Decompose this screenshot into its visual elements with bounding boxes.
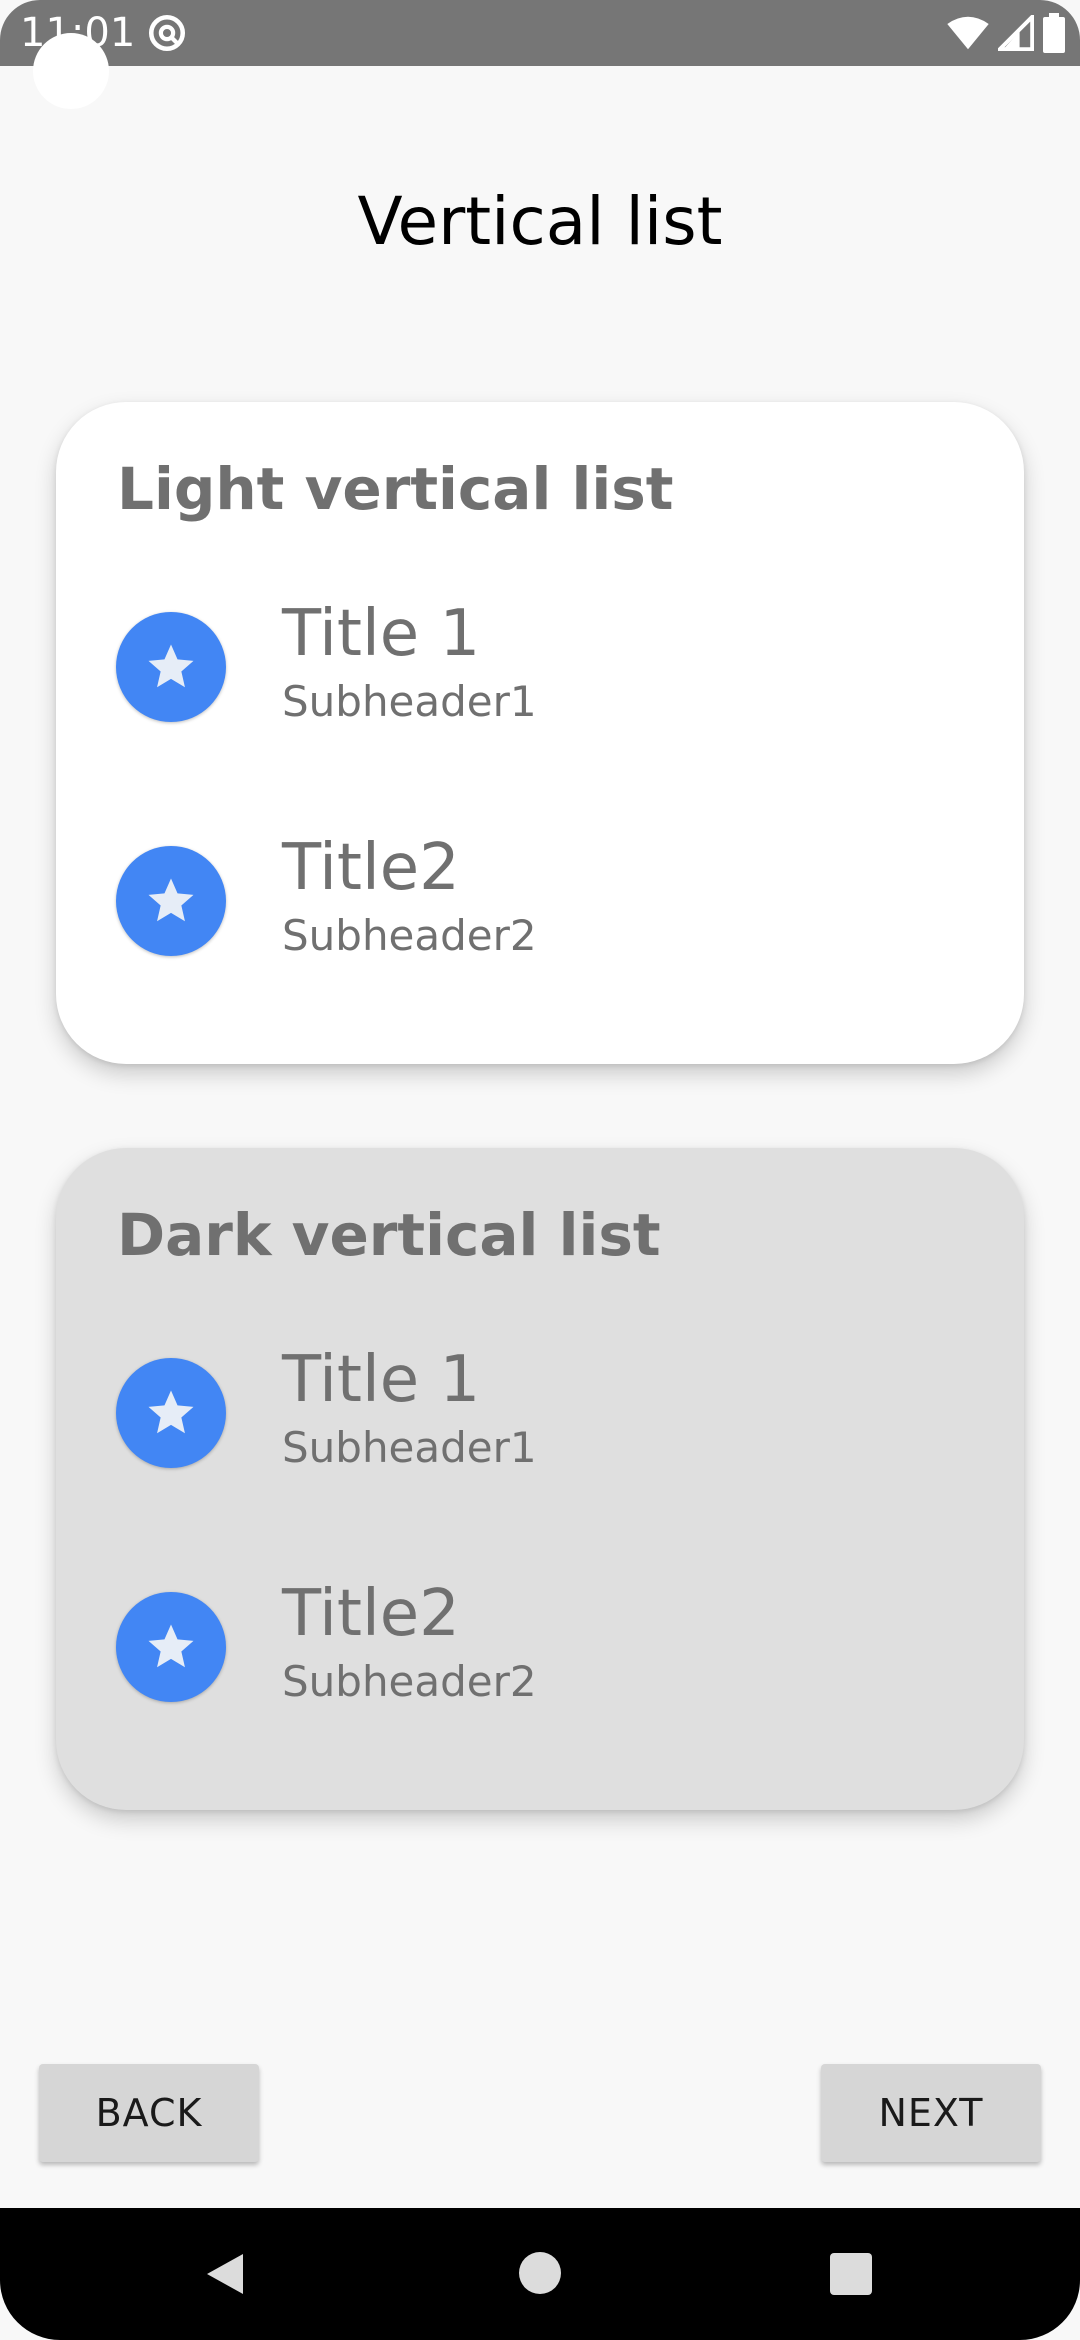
card-heading: Light vertical list: [117, 455, 674, 523]
card-heading: Dark vertical list: [117, 1201, 661, 1269]
page-title: Vertical list: [357, 183, 723, 260]
battery-icon: [1043, 13, 1065, 53]
wifi-icon: [947, 16, 989, 50]
item-title: Title2: [282, 1577, 460, 1651]
list-item[interactable]: Title 1 Subheader1: [56, 582, 1024, 752]
back-button[interactable]: BACK: [39, 2064, 259, 2162]
item-title: Title 1: [282, 597, 481, 671]
star-icon: [116, 612, 226, 722]
next-button[interactable]: NEXT: [821, 2064, 1041, 2162]
list-item[interactable]: Title2 Subheader2: [56, 1562, 1024, 1732]
item-title: Title 1: [282, 1343, 481, 1417]
nav-home-icon[interactable]: [519, 2252, 561, 2294]
status-icons: [946, 10, 1066, 56]
at-sign-icon: [148, 14, 186, 52]
nav-recents-icon[interactable]: [830, 2253, 872, 2295]
item-subtitle: Subheader1: [282, 1423, 537, 1472]
status-bar: 11:01: [0, 0, 1080, 66]
item-subtitle: Subheader2: [282, 911, 537, 960]
nav-back-icon[interactable]: [203, 2252, 247, 2296]
item-subtitle: Subheader1: [282, 677, 537, 726]
camera-cutout: [33, 33, 109, 109]
item-subtitle: Subheader2: [282, 1657, 537, 1706]
cell-signal-icon: [998, 15, 1034, 51]
system-nav-bar: [0, 2208, 1080, 2340]
list-item[interactable]: Title 1 Subheader1: [56, 1328, 1024, 1498]
screen: 11:01 Vertical list Light vertical list: [0, 0, 1080, 2340]
light-vertical-list-card: Light vertical list Title 1 Subheader1 T…: [56, 402, 1024, 1064]
star-icon: [116, 1592, 226, 1702]
item-title: Title2: [282, 831, 460, 905]
list-item[interactable]: Title2 Subheader2: [56, 816, 1024, 986]
dark-vertical-list-card: Dark vertical list Title 1 Subheader1 Ti…: [56, 1148, 1024, 1810]
star-icon: [116, 846, 226, 956]
star-icon: [116, 1358, 226, 1468]
